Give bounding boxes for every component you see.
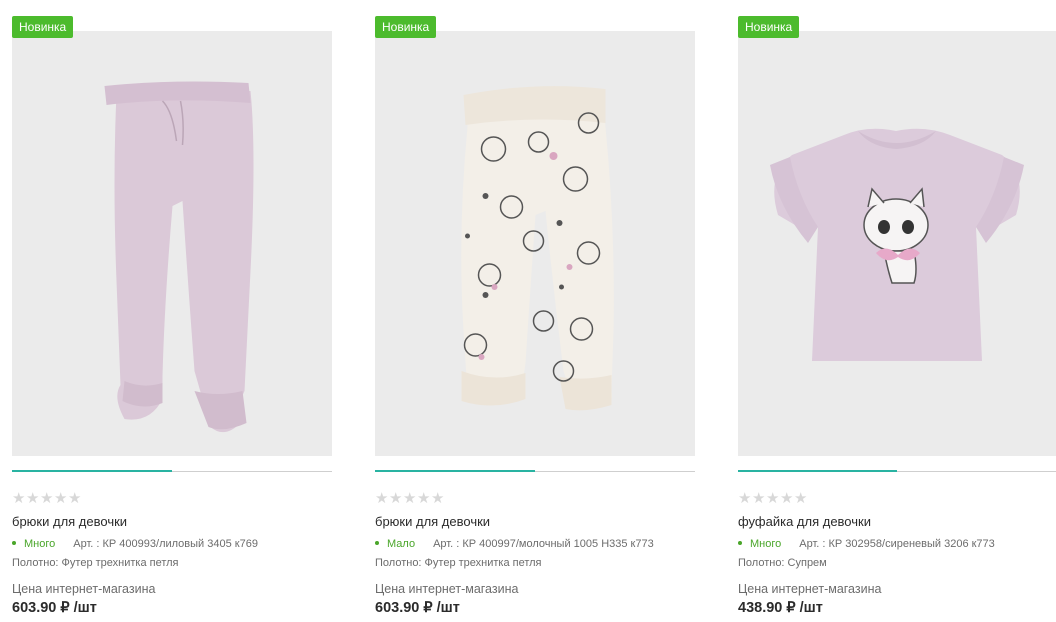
product-meta: Много Арт. : КР 400993/лиловый 3405 к769 [12,538,258,550]
cat-print-pants-image [461,86,614,411]
product-title[interactable]: фуфайка для девочки [738,514,871,529]
star-icon[interactable]: ★ [738,489,752,507]
fabric-info: Полотно: Футер трехнитка петля [375,557,542,569]
price-label: Цена интернет-магазина [12,582,156,596]
article-number: Арт. : КР 302958/сиреневый 3206 к773 [799,538,995,550]
star-icon[interactable]: ★ [780,489,794,507]
stock-status: Много [738,538,781,550]
product-image[interactable] [375,31,695,456]
star-icon[interactable]: ★ [54,489,68,507]
article-number: Арт. : КР 400997/молочный 1005 Н335 к773 [433,538,654,550]
product-title[interactable]: брюки для девочки [375,514,490,529]
stock-dot-icon [12,541,16,546]
stock-dot-icon [375,541,379,546]
fabric-info: Полотно: Супрем [738,557,827,569]
image-slider-indicator [738,470,897,472]
fabric-info: Полотно: Футер трехнитка петля [12,557,179,569]
star-icon[interactable]: ★ [40,489,54,507]
rating-stars[interactable]: ★★★★★ [375,489,445,507]
star-icon[interactable]: ★ [12,489,26,507]
price-value: 603.90 ₽ /шт [12,600,97,616]
star-icon[interactable]: ★ [403,489,417,507]
star-icon[interactable]: ★ [752,489,766,507]
cat-tshirt-image [770,128,1024,361]
lilac-pants-image [104,81,254,433]
stock-status: Мало [375,538,415,550]
stock-dot-icon [738,541,742,546]
star-icon[interactable]: ★ [375,489,389,507]
product-title[interactable]: брюки для девочки [12,514,127,529]
stock-status: Много [12,538,55,550]
product-image[interactable] [12,31,332,456]
new-badge: Новинка [12,16,74,38]
star-icon[interactable]: ★ [431,489,445,507]
star-icon[interactable]: ★ [766,489,780,507]
star-icon[interactable]: ★ [794,489,808,507]
image-slider-indicator [12,470,172,472]
rating-stars[interactable]: ★★★★★ [12,489,82,507]
new-badge: Новинка [738,16,800,38]
star-icon[interactable]: ★ [26,489,40,507]
product-card[interactable]: Новинка ★★★★★ фуфайка для девочки Много А… [738,0,1056,622]
product-grid: Новинка ★★★★★ брюки для девочки Много Арт… [0,0,1056,622]
product-meta: Мало Арт. : КР 400997/молочный 1005 Н335 … [375,538,654,550]
product-card[interactable]: Новинка ★★★★★ брюки для девочки Мало Арт.… [375,0,695,622]
star-icon[interactable]: ★ [68,489,82,507]
star-icon[interactable]: ★ [389,489,403,507]
price-label: Цена интернет-магазина [375,582,519,596]
price-value: 603.90 ₽ /шт [375,600,460,616]
price-value: 438.90 ₽ /шт [738,600,823,616]
product-card[interactable]: Новинка ★★★★★ брюки для девочки Много Арт… [12,0,332,622]
image-slider-indicator [375,470,535,472]
product-meta: Много Арт. : КР 302958/сиреневый 3206 к77… [738,538,995,550]
star-icon[interactable]: ★ [417,489,431,507]
price-label: Цена интернет-магазина [738,582,882,596]
rating-stars[interactable]: ★★★★★ [738,489,808,507]
article-number: Арт. : КР 400993/лиловый 3405 к769 [73,538,258,550]
new-badge: Новинка [375,16,437,38]
product-image[interactable] [738,31,1056,456]
